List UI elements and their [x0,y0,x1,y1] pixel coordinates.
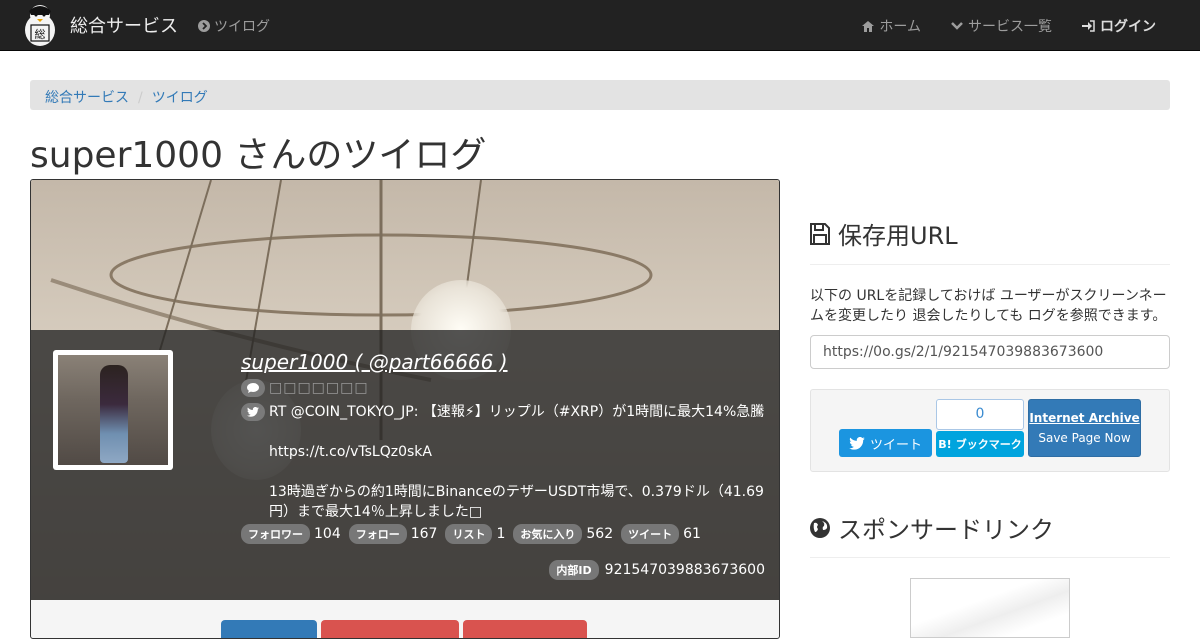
breadcrumb-separator: / [138,90,143,106]
hatena-b-icon: B! [938,437,952,451]
followers-count: 104 [314,526,341,542]
bio-row: □□□□□□□ [241,378,771,398]
internal-id-badge: 内部ID [549,560,599,580]
svg-text:総: 総 [35,27,46,41]
avatar-photo [58,355,168,465]
profile-info: super1000 ( @part66666 ) □□□□□□□ RT @COI… [241,350,771,544]
internet-archive-sub: Save Page Now [1038,431,1131,445]
nav-home-label: ホーム [879,19,921,35]
profile-card: super1000 ( @part66666 ) □□□□□□□ RT @COI… [30,179,780,639]
sponsored-ad-banner[interactable] [910,578,1070,638]
comment-icon [241,379,265,397]
tweets-count: 61 [683,526,701,542]
nav-services-label: サービス一覧 [968,19,1052,35]
followers-badge: フォロワー [241,524,310,544]
penguin-logo-icon: 総 [25,5,55,46]
breadcrumb-twilog[interactable]: ツイログ [152,90,208,106]
sponsor-heading: スポンサードリンク [810,510,1054,545]
internal-id: 内部ID 921547039883673600 [549,560,765,580]
nav-twilog-link[interactable]: ツイログ [198,16,270,36]
favorites-badge: お気に入り [513,524,583,544]
breadcrumb: 総合サービス / ツイログ [30,80,1170,110]
nav-twilog-label: ツイログ [214,19,270,35]
avatar[interactable] [53,350,173,470]
share-box: ツイート 0 B! ブックマーク Internet Archive Save P… [810,389,1170,472]
nav-services-link[interactable]: サービス一覧 [951,16,1052,36]
favorites-count: 562 [586,526,614,542]
brand-name: 総合サービス [70,16,178,37]
internal-id-value: 921547039883673600 [604,562,765,578]
internet-archive-button[interactable]: Internet Archive Save Page Now [1028,399,1141,457]
twitter-bird-icon [241,403,265,421]
divider [810,557,1170,558]
globe-icon [810,517,830,538]
tweet-share-label: ツイート [869,437,922,453]
sign-in-icon [1082,20,1095,32]
sponsor-title: スポンサードリンク [838,516,1054,544]
chevron-circle-right-icon [198,20,210,32]
save-url-input[interactable] [810,335,1170,369]
nav-home-link[interactable]: ホーム [862,16,921,36]
lists-badge: リスト [445,524,493,544]
nav-right: ホーム サービス一覧 ログイン [862,16,1156,36]
tweet-row: RT @COIN_TOKYO_JP: 【速報⚡】リップル（#XRP）が1時間に最… [241,402,771,522]
tweet-share-button[interactable]: ツイート [839,429,932,457]
following-count: 167 [410,526,438,542]
save-url-description: 以下の URLを記録しておけば ユーザーがスクリーンネームを変更したり 退会した… [810,288,1167,324]
save-url-title: 保存用URL [838,222,958,250]
nav-login-link[interactable]: ログイン [1082,16,1156,36]
latest-tweet: RT @COIN_TOKYO_JP: 【速報⚡】リップル（#XRP）が1時間に最… [269,404,765,520]
profile-name-link[interactable]: super1000 ( @part66666 ) [241,350,771,374]
floppy-disk-icon [810,222,830,245]
page-title: super1000 さんのツイログ [30,135,487,176]
chevron-down-icon [951,22,963,30]
tweets-badge: ツイート [621,524,680,544]
profile-stats: フォロワー 104 フォロー 167 リスト 1 お気に入り 562 ツイート 61 [241,524,771,544]
following-badge: フォロー [348,524,407,544]
twitter-bird-icon [849,436,865,450]
lists-count: 1 [496,526,506,542]
hatena-bookmark-label: ブックマーク [955,438,1022,451]
save-url-heading: 保存用URL [810,216,958,251]
internet-archive-title: Internet Archive [1029,411,1140,425]
divider [810,264,1170,265]
profile-bio: □□□□□□□ [269,380,369,396]
brand[interactable]: 総 総合サービス [20,3,178,47]
navbar: 総 総合サービス ツイログ ホーム サービス一覧 ログイン [0,0,1200,51]
home-icon [862,20,875,32]
hatena-bookmark-count: 0 [936,399,1024,430]
nav-login-label: ログイン [1100,19,1156,35]
breadcrumb-home[interactable]: 総合サービス [45,90,129,106]
hatena-bookmark-button[interactable]: B! ブックマーク [936,431,1024,457]
